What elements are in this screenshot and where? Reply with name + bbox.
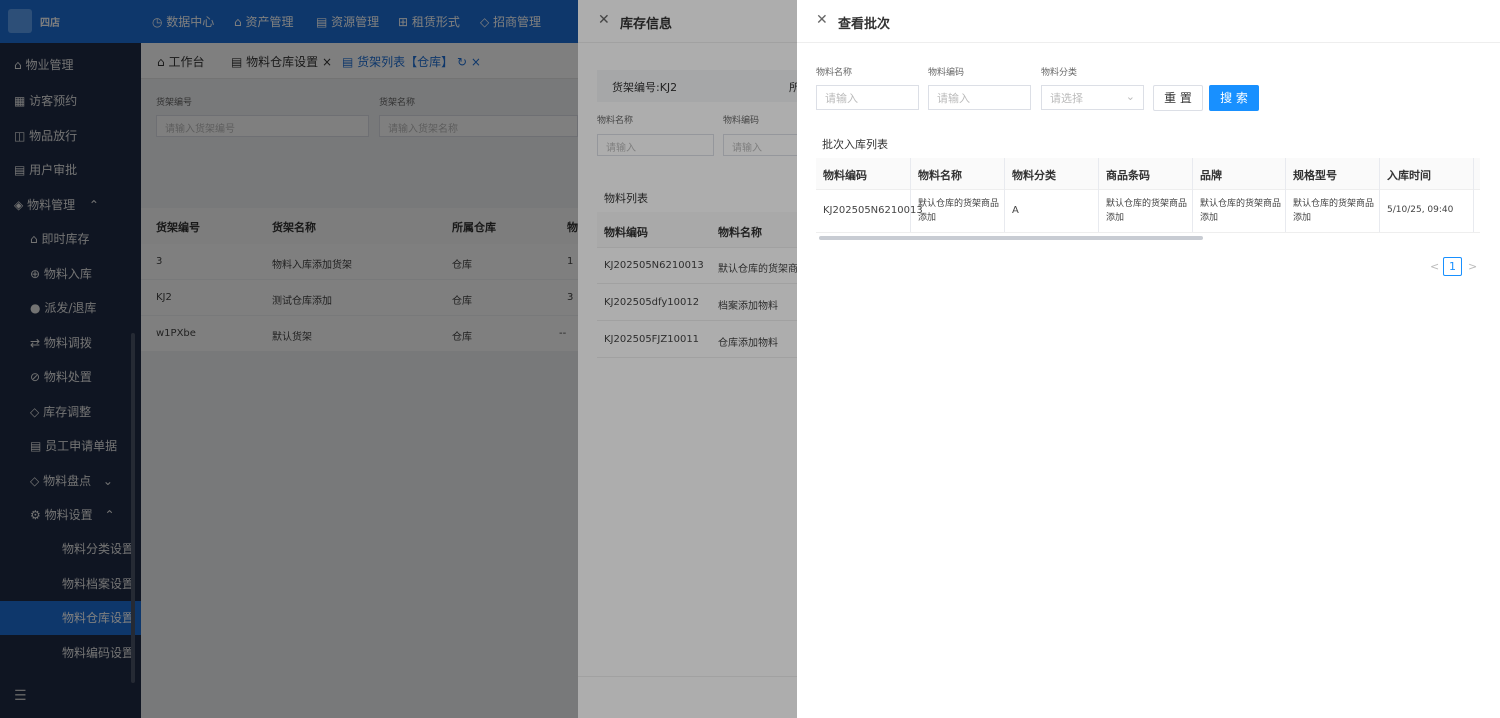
reset-button[interactable]: 重 置 xyxy=(1153,85,1203,111)
col-material-name: 物料名称 xyxy=(918,169,962,182)
pagination-next[interactable]: > xyxy=(1468,260,1477,273)
col-spec: 规格型号 xyxy=(1293,169,1337,182)
cell: 默认仓库的货架商品添加 xyxy=(1106,199,1188,223)
col-brand: 品牌 xyxy=(1200,169,1222,182)
material-category-label: 物料分类 xyxy=(1041,68,1078,78)
material-code-label: 物料编码 xyxy=(928,68,965,78)
cell: 默认仓库的货架商品添加 xyxy=(1200,199,1282,223)
pagination-page-1[interactable]: 1 xyxy=(1443,257,1462,276)
cell: KJ202505N6210013 xyxy=(823,205,923,216)
material-category-select[interactable]: 请选择 ⌄ xyxy=(1041,85,1144,110)
col-barcode: 商品条码 xyxy=(1106,169,1150,182)
col-material-code: 物料编码 xyxy=(823,169,867,182)
col-material-category: 物料分类 xyxy=(1012,169,1056,182)
cell: A xyxy=(1012,205,1019,216)
stacked-drawer-mask[interactable] xyxy=(578,0,797,718)
pagination-prev[interactable]: < xyxy=(1430,260,1439,273)
material-code-input[interactable]: 请输入 xyxy=(928,85,1031,110)
table-horizontal-scrollbar[interactable] xyxy=(819,236,1203,240)
material-name-label: 物料名称 xyxy=(816,68,853,78)
select-placeholder: 请选择 xyxy=(1050,92,1083,105)
batch-list-title: 批次入库列表 xyxy=(822,138,888,151)
search-button[interactable]: 搜 索 xyxy=(1209,85,1259,111)
chevron-down-icon: ⌄ xyxy=(1125,90,1135,103)
col-inbound-time: 入库时间 xyxy=(1387,169,1431,182)
divider xyxy=(797,42,1500,43)
batch-view-drawer: ✕ 查看批次 物料名称 请输入 物料编码 请输入 物料分类 请选择 ⌄ 重 置 … xyxy=(797,0,1500,718)
cell: 默认仓库的货架商品添加 xyxy=(918,199,1000,223)
table-row[interactable]: KJ202505N6210013 默认仓库的货架商品添加 A 默认仓库的货架商品… xyxy=(816,190,1480,233)
drawer-title: 查看批次 xyxy=(838,17,891,32)
material-name-input[interactable]: 请输入 xyxy=(816,85,919,110)
cell: 5/10/25, 09:40 xyxy=(1387,205,1454,215)
cell: 默认仓库的货架商品添加 xyxy=(1293,199,1375,223)
close-icon[interactable]: ✕ xyxy=(816,12,828,28)
batch-table-header: 物料编码 物料名称 物料分类 商品条码 品牌 规格型号 入库时间 xyxy=(816,158,1480,190)
